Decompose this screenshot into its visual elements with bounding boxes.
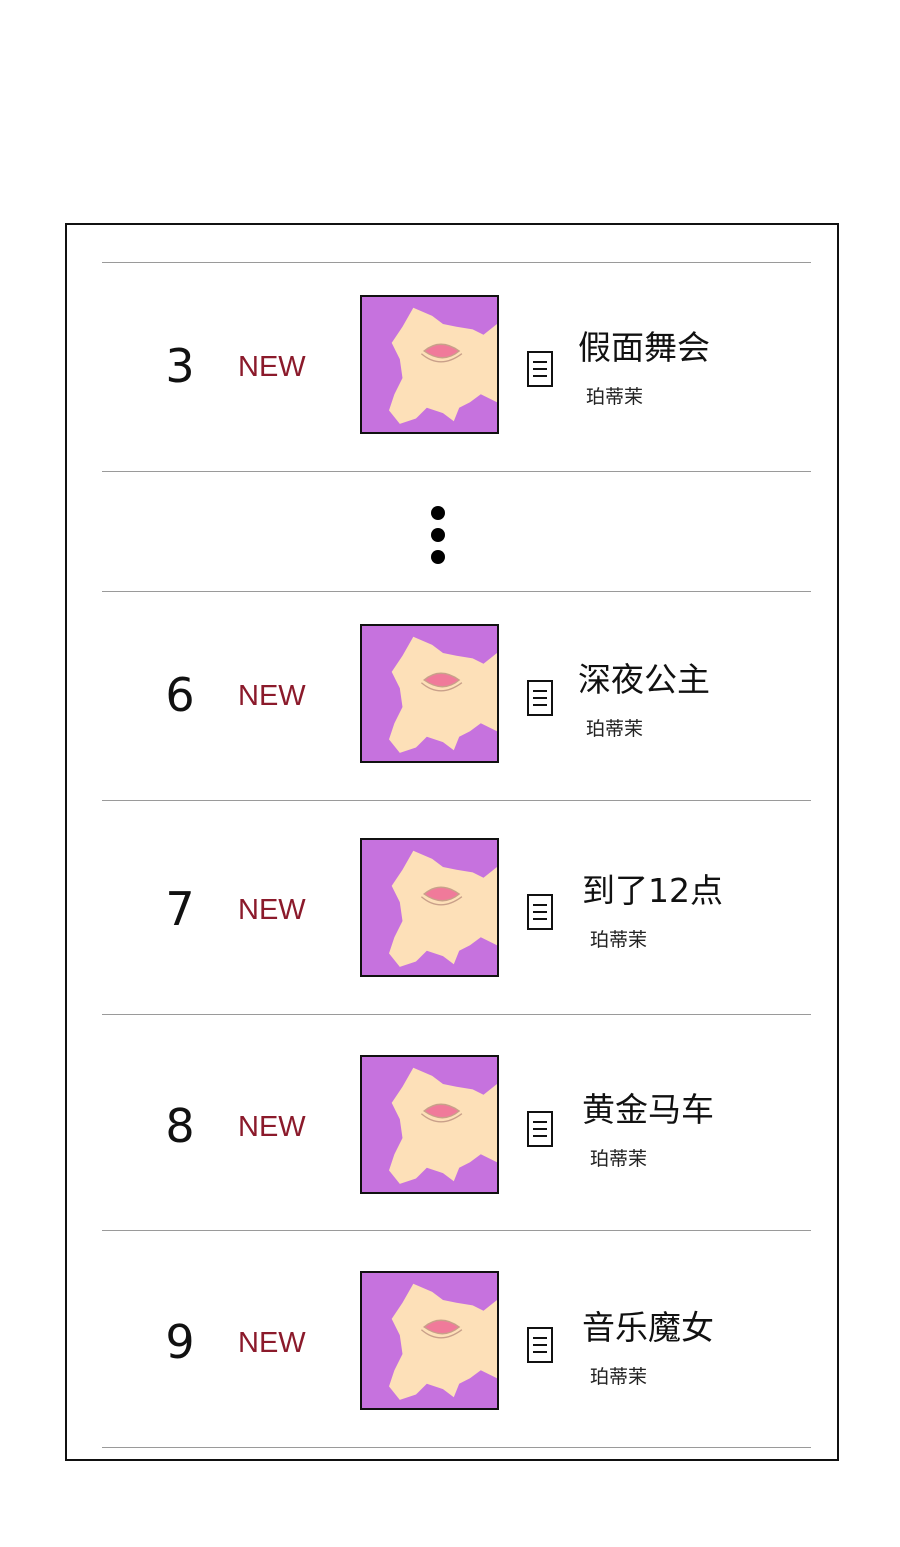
thumbnail-art [389,1283,497,1400]
thumbnail-art [389,636,497,753]
new-badge: NEW [238,1111,306,1143]
chapter-rank: 3 [165,339,195,393]
chapter-thumbnail[interactable] [360,838,499,977]
chapter-thumbnail[interactable] [360,624,499,763]
chapter-thumbnail[interactable] [360,1271,499,1410]
divider [102,1447,811,1448]
chapter-row[interactable]: 3 NEW 假面舞会 珀蒂茉 [102,263,811,471]
new-badge: NEW [238,894,306,926]
chapter-rank: 6 [165,668,195,722]
chapter-author: 珀蒂茉 [590,929,648,951]
chapter-title[interactable]: 音乐魔女 [582,1301,714,1349]
chapter-author: 珀蒂茉 [590,1366,648,1388]
chapter-author: 珀蒂茉 [590,1148,648,1170]
chapter-row[interactable]: 7 NEW 到了12点 珀蒂茉 [102,801,811,1014]
chapter-row[interactable]: 6 NEW 深夜公主 珀蒂茉 [102,592,811,800]
chapter-row[interactable]: 9 NEW 音乐魔女 珀蒂茉 [102,1231,811,1447]
document-icon[interactable] [527,1327,553,1363]
chapter-rank: 7 [165,882,195,936]
thumbnail-art [389,850,497,967]
chapter-row[interactable]: 8 NEW 黄金马车 珀蒂茉 [102,1015,811,1230]
document-icon[interactable] [527,680,553,716]
chapter-title[interactable]: 深夜公主 [578,653,710,701]
document-icon[interactable] [527,1111,553,1147]
chapter-rank: 8 [165,1099,195,1153]
new-badge: NEW [238,1327,306,1359]
thumbnail-art [389,307,497,424]
chapter-rank: 9 [165,1315,195,1369]
chapter-author: 珀蒂茉 [586,718,644,740]
new-badge: NEW [238,351,306,383]
chapter-thumbnail[interactable] [360,1055,499,1194]
chapter-thumbnail[interactable] [360,295,499,434]
new-badge: NEW [238,680,306,712]
vertical-ellipsis-icon [430,506,446,566]
chapter-title[interactable]: 假面舞会 [578,321,710,369]
thumbnail-art [389,1067,497,1184]
chapter-title[interactable]: 黄金马车 [582,1083,714,1131]
chapter-author: 珀蒂茉 [586,386,644,408]
divider [102,471,811,472]
document-icon[interactable] [527,351,553,387]
chapter-title[interactable]: 到了12点 [582,864,723,912]
document-icon[interactable] [527,894,553,930]
